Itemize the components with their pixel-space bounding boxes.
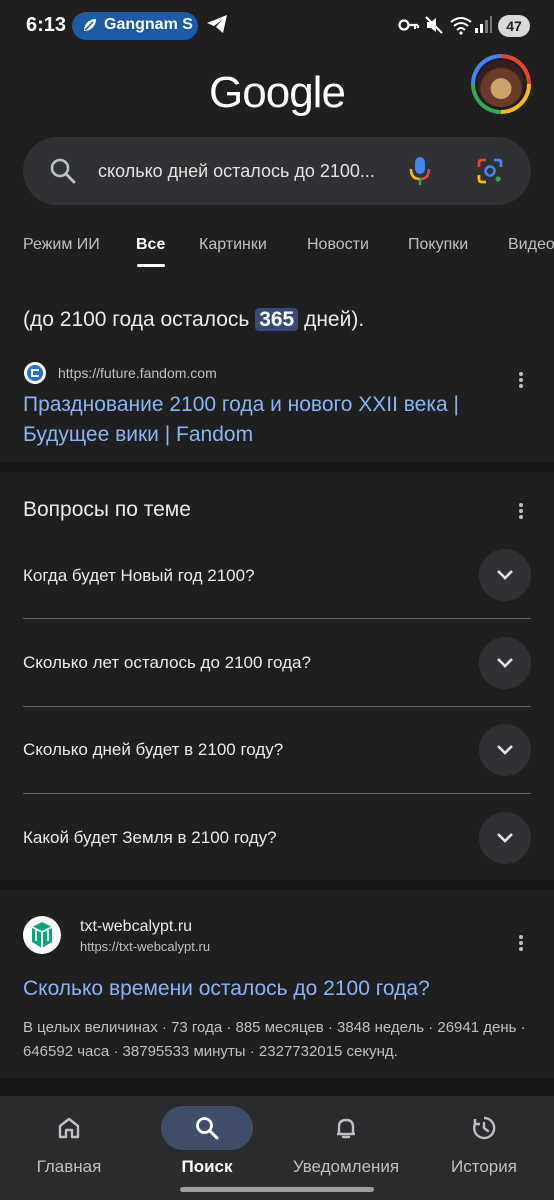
key-icon xyxy=(398,15,420,40)
expand-button[interactable] xyxy=(479,724,531,776)
result-title-link[interactable]: Сколько времени осталось до 2100 года? xyxy=(23,974,513,1004)
gesture-home-bar[interactable] xyxy=(180,1187,374,1192)
tab-all[interactable]: Все xyxy=(136,236,165,254)
google-logo[interactable]: Google xyxy=(0,68,554,118)
nav-search-label: Поиск xyxy=(181,1157,233,1176)
search-tabs: Режим ИИ Все Картинки Новости Покупки Ви… xyxy=(0,232,554,272)
result-url[interactable]: https://future.fandom.com xyxy=(58,365,217,381)
leaf-icon xyxy=(82,17,98,38)
search-icon xyxy=(49,157,77,190)
snippet-highlight: 365 xyxy=(255,308,299,331)
result-url[interactable]: https://txt-webcalypt.ru xyxy=(80,939,210,954)
bottom-navigation: Главная Поиск Уведомления История xyxy=(0,1096,554,1200)
site-logo-icon xyxy=(23,916,61,954)
mute-icon xyxy=(424,15,444,40)
snippet-text-after: дней). xyxy=(298,308,365,331)
tab-news[interactable]: Новости xyxy=(307,236,369,254)
tab-video[interactable]: Видео xyxy=(508,236,554,254)
more-options-icon[interactable] xyxy=(511,501,531,525)
site-name[interactable]: txt-webcalypt.ru xyxy=(80,918,192,936)
search-input[interactable]: сколько дней осталось до 2100... xyxy=(98,161,375,182)
section-divider xyxy=(0,880,554,890)
microphone-icon[interactable] xyxy=(408,155,432,192)
question-item[interactable]: Какой будет Земля в 2100 году? xyxy=(0,794,554,882)
nav-notifications-label: Уведомления xyxy=(292,1157,400,1176)
avatar-image xyxy=(478,61,524,107)
expand-button[interactable] xyxy=(479,549,531,601)
active-tab-indicator xyxy=(137,264,165,267)
more-options-icon[interactable] xyxy=(511,370,531,394)
question-text: Какой будет Земля в 2100 году? xyxy=(23,828,277,847)
question-text: Сколько дней будет в 2100 году? xyxy=(23,740,284,759)
more-options-icon[interactable] xyxy=(511,933,531,957)
home-icon xyxy=(23,1106,115,1150)
fandom-favicon xyxy=(24,362,46,384)
question-item[interactable]: Сколько дней будет в 2100 году? xyxy=(0,707,554,795)
status-time: 6:13 xyxy=(26,14,67,36)
notification-pill[interactable]: Gangnam S xyxy=(72,12,198,40)
avatar[interactable] xyxy=(471,54,531,114)
nav-search[interactable]: Поиск xyxy=(138,1096,276,1200)
nav-notifications[interactable]: Уведомления xyxy=(277,1096,415,1200)
nav-home[interactable]: Главная xyxy=(0,1096,138,1200)
search-bar[interactable]: сколько дней осталось до 2100... xyxy=(23,137,531,205)
signal-icon xyxy=(474,15,492,40)
wifi-icon xyxy=(450,15,472,40)
related-questions-title: Вопросы по теме xyxy=(23,498,191,521)
history-icon xyxy=(438,1106,530,1150)
bell-icon xyxy=(300,1106,392,1150)
battery-level: 47 xyxy=(498,15,530,37)
expand-button[interactable] xyxy=(479,812,531,864)
tab-images[interactable]: Картинки xyxy=(199,236,267,254)
expand-button[interactable] xyxy=(479,637,531,689)
notification-pill-label: Gangnam S xyxy=(104,16,193,33)
question-text: Сколько лет осталось до 2100 года? xyxy=(23,653,311,672)
result-description: В целых величинах · 73 года · 885 месяце… xyxy=(23,1019,526,1060)
section-divider xyxy=(0,462,554,472)
nav-home-label: Главная xyxy=(36,1157,102,1176)
status-bar: 6:13 Gangnam S 47 xyxy=(0,0,554,52)
result-title-link[interactable]: Празднование 2100 года и нового XXII век… xyxy=(23,390,513,450)
tab-shopping[interactable]: Покупки xyxy=(408,236,468,254)
tab-ai-mode[interactable]: Режим ИИ xyxy=(23,236,100,254)
google-lens-icon[interactable] xyxy=(476,157,504,190)
question-text: Когда будет Новый год 2100? xyxy=(23,566,255,585)
nav-history-label: История xyxy=(451,1157,517,1176)
section-divider xyxy=(0,1078,554,1096)
question-item[interactable]: Сколько лет осталось до 2100 года? xyxy=(0,619,554,707)
snippet-text-before: (до 2100 года осталось xyxy=(23,308,256,331)
search-icon xyxy=(161,1106,253,1150)
question-item[interactable]: Когда будет Новый год 2100? xyxy=(0,532,554,620)
featured-snippet: (до 2100 года осталось 365 дней). xyxy=(23,308,364,332)
nav-history[interactable]: История xyxy=(415,1096,553,1200)
telegram-icon xyxy=(206,14,228,39)
